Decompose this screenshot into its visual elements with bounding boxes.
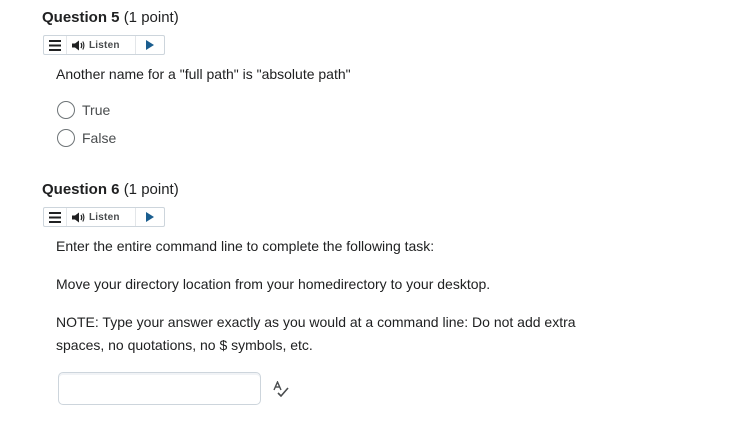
question-points: (1 point) [123, 181, 179, 198]
listen-button[interactable]: Listen [67, 36, 136, 54]
listen-label: Listen [89, 211, 120, 223]
question-text-line: spaces, no quotations, no $ symbols, etc… [56, 337, 313, 353]
question-text-line: NOTE: Type your answer exactly as you wo… [56, 314, 576, 330]
listen-menu-button[interactable] [44, 36, 67, 54]
radio-false[interactable] [57, 129, 75, 147]
question-text-line: Move your directory location from your h… [56, 276, 491, 292]
question-5-title: Question 5 (1 point) [42, 9, 179, 26]
menu-icon [49, 211, 61, 223]
option-label: False [82, 130, 117, 146]
option-false[interactable]: False [57, 129, 116, 147]
question-number: Question 5 [42, 9, 120, 26]
play-icon [146, 212, 154, 222]
spellcheck-icon[interactable] [272, 381, 290, 397]
answer-input[interactable] [58, 372, 261, 405]
question-6-title: Question 6 (1 point) [42, 181, 179, 198]
option-true[interactable]: True [57, 101, 110, 119]
listen-toolbar: Listen [43, 35, 165, 55]
listen-button[interactable]: Listen [67, 208, 136, 226]
option-label: True [82, 102, 111, 118]
radio-true[interactable] [57, 101, 75, 119]
question-number: Question 6 [42, 181, 120, 198]
listen-toolbar: Listen [43, 207, 165, 227]
listen-menu-button[interactable] [44, 208, 67, 226]
speaker-icon [72, 212, 85, 222]
listen-label: Listen [89, 39, 120, 51]
play-icon [146, 40, 154, 50]
question-points: (1 point) [123, 9, 179, 26]
question-prompt: Another name for a "full path" is "absol… [56, 66, 351, 82]
play-button[interactable] [136, 36, 164, 54]
menu-icon [49, 39, 61, 51]
speaker-icon [72, 40, 85, 50]
play-button[interactable] [136, 208, 164, 226]
question-text-line: Enter the entire command line to complet… [56, 238, 435, 254]
